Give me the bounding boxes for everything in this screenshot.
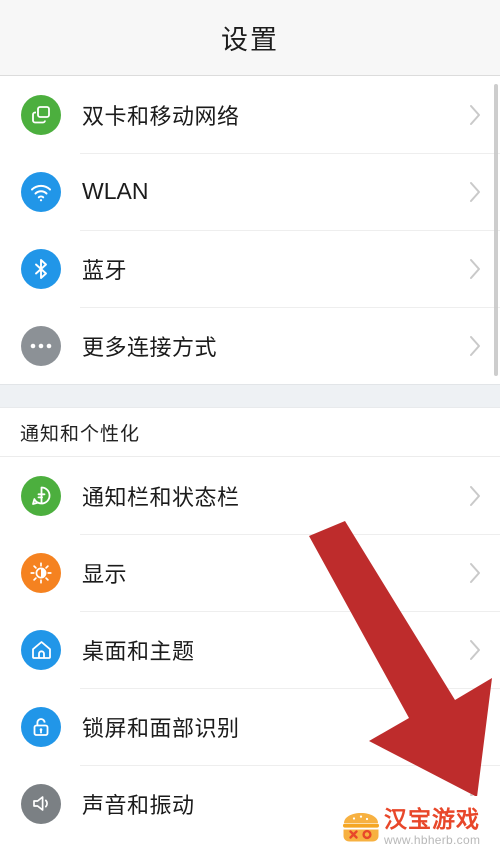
section-header-notifications-personalization: 通知和个性化	[0, 408, 500, 457]
chevron-right-icon	[450, 102, 500, 128]
page-title: 设置	[221, 25, 279, 55]
section-header-label: 通知和个性化	[20, 423, 141, 445]
row-icon-wrap	[0, 552, 82, 593]
sim-cards-icon	[21, 94, 61, 135]
settings-row-label: 锁屏和面部识别	[82, 715, 240, 741]
settings-row-lockscreen-face-unlock[interactable]: 锁屏和面部识别	[0, 688, 500, 765]
settings-row-bluetooth[interactable]: 蓝牙	[0, 230, 500, 307]
notification-chat-icon	[21, 475, 61, 516]
watermark: 汉宝游戏 www.hbherb.com	[332, 796, 500, 858]
row-icon-wrap	[0, 325, 82, 366]
home-icon	[21, 629, 61, 670]
settings-group-notifications-personalization: 通知栏和状态栏 显示 桌面和主题 锁屏和面部识别 声音和振动	[0, 457, 500, 842]
row-icon-wrap	[0, 783, 82, 824]
row-icon-wrap	[0, 475, 82, 516]
settings-group-connectivity: 双卡和移动网络 WLAN 蓝牙 更多连接方式	[0, 76, 500, 384]
chevron-right-icon	[450, 256, 500, 282]
settings-screen: 设置 双卡和移动网络 WLAN 蓝牙 更多连接方式 通知和个性化 通知栏和状态栏…	[0, 0, 500, 858]
chevron-right-icon	[450, 714, 500, 740]
settings-row-more-connections[interactable]: 更多连接方式	[0, 307, 500, 384]
sound-icon	[21, 783, 61, 824]
section-divider	[0, 384, 500, 408]
watermark-url: www.hbherb.com	[384, 832, 481, 847]
chevron-right-icon	[450, 483, 500, 509]
settings-row-label: 桌面和主题	[82, 638, 195, 664]
settings-row-label: 双卡和移动网络	[82, 103, 240, 129]
more-dots-icon	[21, 325, 61, 366]
lock-icon	[21, 706, 61, 747]
chevron-right-icon	[450, 560, 500, 586]
settings-row-wlan[interactable]: WLAN	[0, 153, 500, 230]
settings-row-home-theme[interactable]: 桌面和主题	[0, 611, 500, 688]
chevron-right-icon	[450, 637, 500, 663]
row-icon-wrap	[0, 629, 82, 670]
row-icon-wrap	[0, 94, 82, 135]
row-icon-wrap	[0, 171, 82, 212]
settings-row-notification-status-bar[interactable]: 通知栏和状态栏	[0, 457, 500, 534]
chevron-right-icon	[450, 333, 500, 359]
settings-row-dual-sim-mobile-network[interactable]: 双卡和移动网络	[0, 76, 500, 153]
row-icon-wrap	[0, 248, 82, 289]
bluetooth-icon	[21, 248, 61, 289]
settings-row-label: 更多连接方式	[82, 334, 218, 360]
row-icon-wrap	[0, 706, 82, 747]
brightness-icon	[21, 552, 61, 593]
wifi-icon	[21, 171, 61, 212]
settings-row-label: 通知栏和状态栏	[82, 484, 240, 510]
watermark-brand: 汉宝游戏	[384, 806, 480, 832]
settings-row-display[interactable]: 显示	[0, 534, 500, 611]
burger-logo-icon	[338, 810, 384, 844]
settings-row-label: 蓝牙	[82, 257, 128, 283]
settings-row-label: 显示	[82, 561, 128, 587]
title-bar: 设置	[0, 0, 500, 76]
chevron-right-icon	[450, 179, 500, 205]
settings-row-label: WLAN	[82, 178, 149, 204]
watermark-text: 汉宝游戏 www.hbherb.com	[384, 806, 481, 847]
